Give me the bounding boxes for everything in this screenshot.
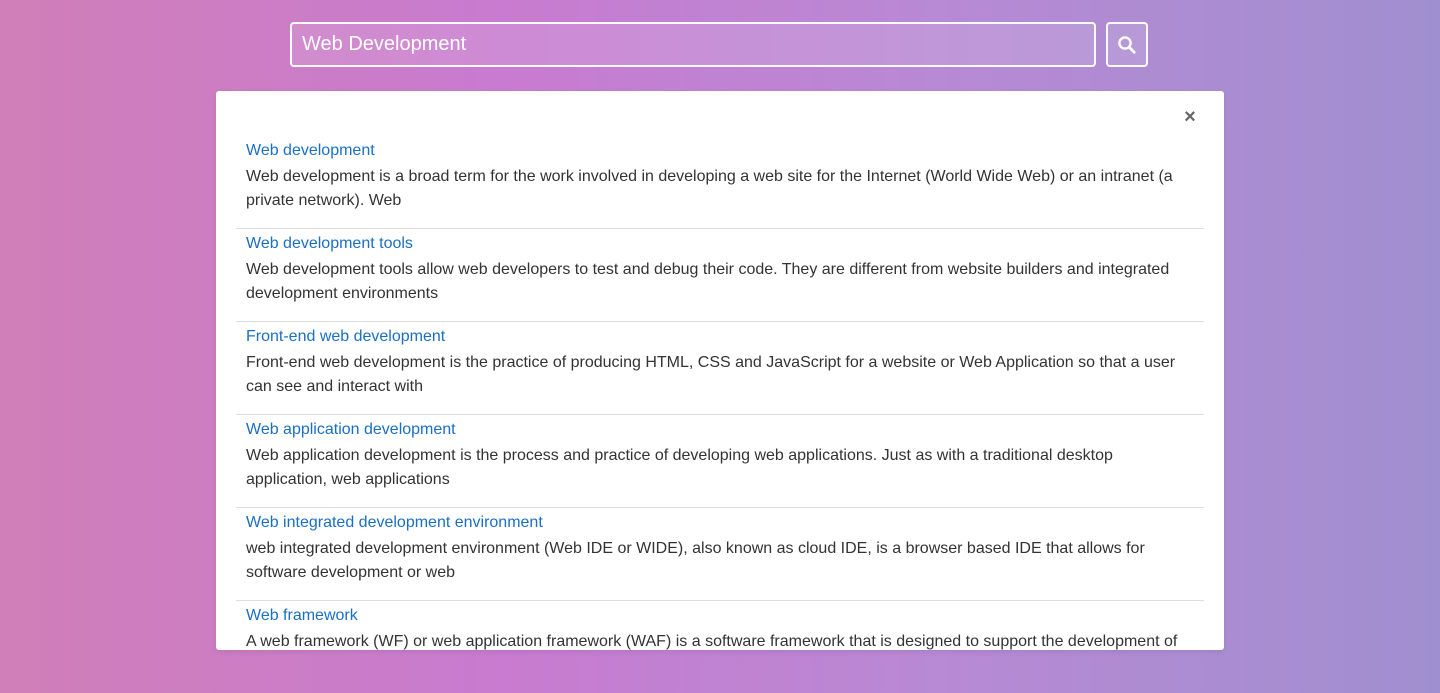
result-snippet: Web development tools allow web develope… [246, 261, 1170, 302]
results-list: Web development Web development is a bro… [236, 136, 1204, 650]
result-title-link[interactable]: Web integrated development environment [246, 513, 543, 533]
result-snippet: Web development is a broad term for the … [246, 168, 1173, 209]
results-panel: × Web development Web development is a b… [216, 91, 1224, 650]
result-title-link[interactable]: Front-end web development [246, 327, 445, 347]
result-item: Web development tools Web development to… [236, 229, 1204, 322]
result-title-link[interactable]: Web development [246, 141, 375, 161]
result-snippet: web integrated development environment (… [246, 540, 1145, 581]
search-button[interactable] [1106, 22, 1148, 67]
result-item: Web integrated development environment w… [236, 508, 1204, 601]
result-item: Web framework A web framework (WF) or we… [236, 601, 1204, 650]
search-icon [1118, 35, 1136, 54]
result-item: Front-end web development Front-end web … [236, 322, 1204, 415]
search-bar [290, 22, 1148, 68]
result-snippet: Front-end web development is the practic… [246, 354, 1176, 395]
close-button[interactable]: × [1180, 107, 1200, 127]
result-snippet: Web application development is the proce… [246, 447, 1113, 488]
result-item: Web application development Web applicat… [236, 415, 1204, 508]
result-title-link[interactable]: Web framework [246, 606, 358, 626]
search-input[interactable] [290, 22, 1096, 67]
result-item: Web development Web development is a bro… [236, 136, 1204, 229]
result-title-link[interactable]: Web application development [246, 420, 456, 440]
result-snippet: A web framework (WF) or web application … [246, 633, 1178, 650]
result-title-link[interactable]: Web development tools [246, 234, 413, 254]
